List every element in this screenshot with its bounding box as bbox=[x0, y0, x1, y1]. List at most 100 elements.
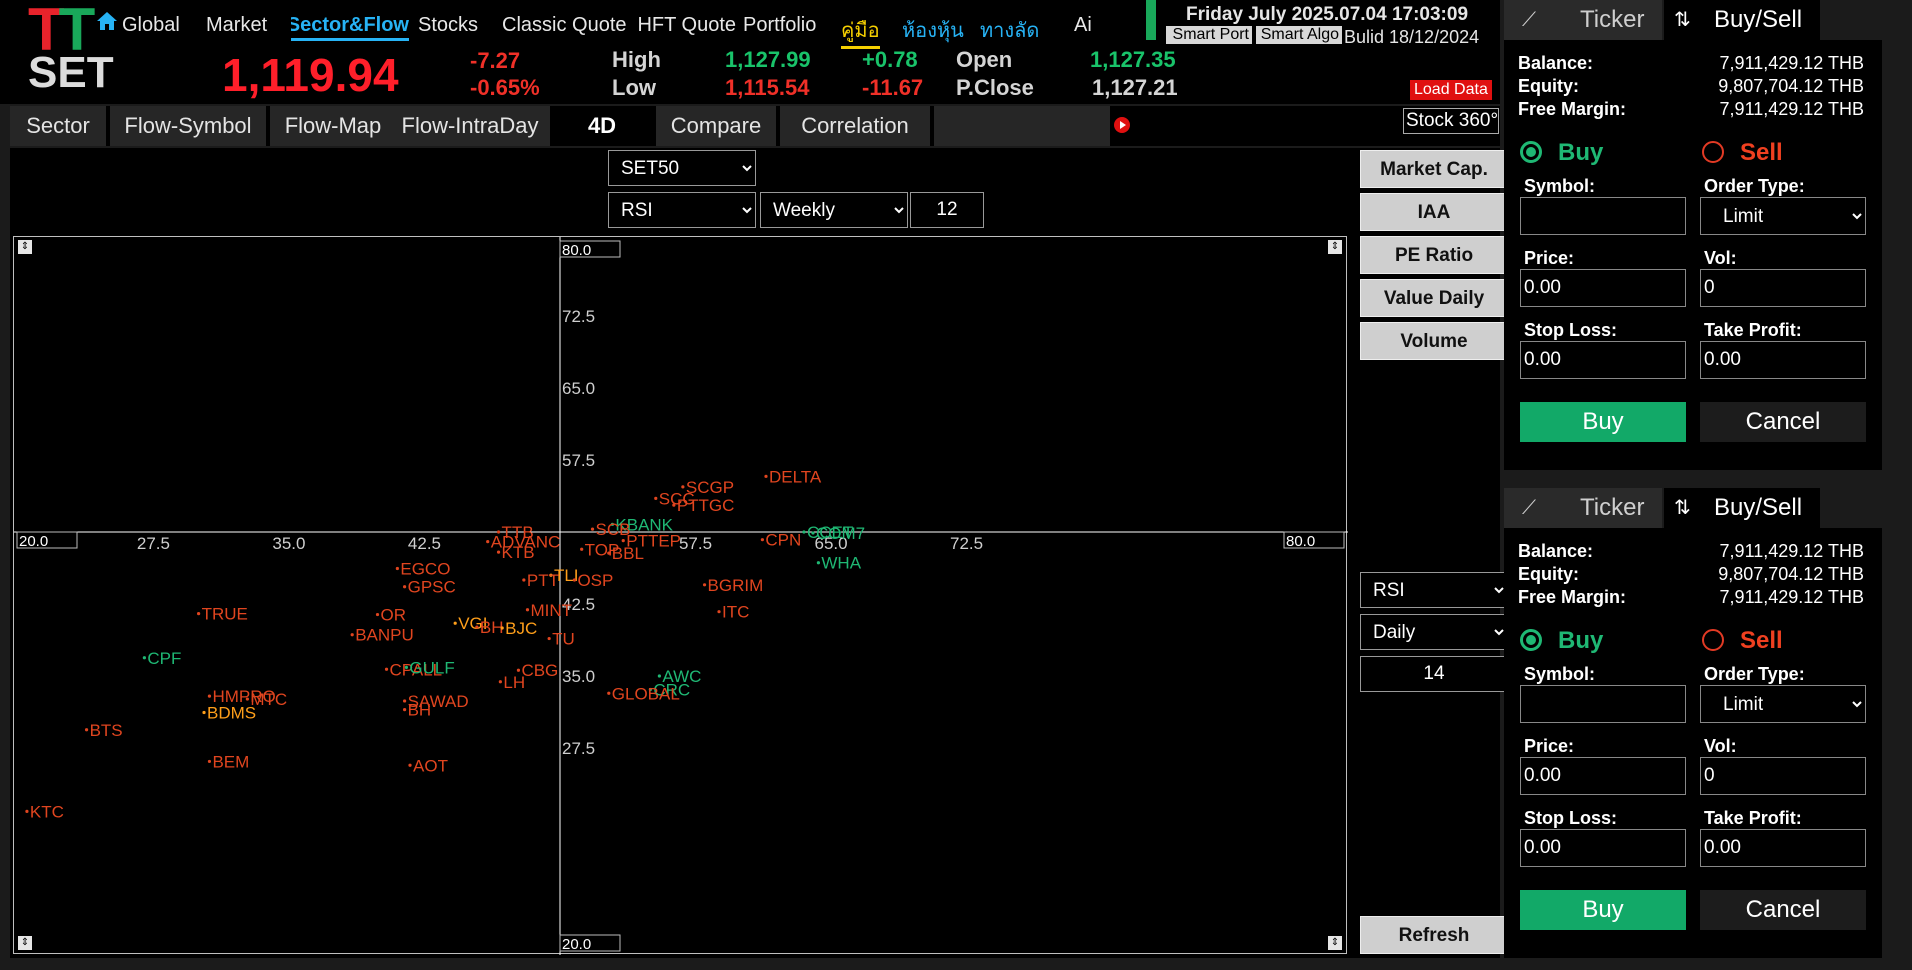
y-tick-label: 72.5 bbox=[562, 307, 595, 326]
scatter-point bbox=[207, 694, 212, 698]
price-input[interactable] bbox=[1520, 757, 1686, 795]
tab-flow-map[interactable]: Flow-Map bbox=[270, 106, 396, 146]
scatter-point bbox=[764, 474, 768, 478]
tab-flow-symbol[interactable]: Flow-Symbol bbox=[110, 106, 266, 146]
stock-360-button[interactable]: Stock 360° bbox=[1403, 108, 1499, 134]
price-input[interactable] bbox=[1520, 269, 1686, 307]
tab-ticker-label: Ticker bbox=[1580, 6, 1645, 33]
buy-radio[interactable] bbox=[1520, 629, 1542, 651]
chart-trend-icon: ⟋ bbox=[1522, 9, 1536, 31]
scatter-point bbox=[207, 759, 212, 764]
low-label: Low bbox=[612, 75, 656, 100]
sell-radio[interactable] bbox=[1702, 629, 1724, 651]
buy-radio-label[interactable]: Buy bbox=[1558, 139, 1603, 167]
point-label: AOT bbox=[413, 756, 448, 775]
smart-algo-button[interactable]: Smart Algo bbox=[1256, 26, 1342, 44]
stop-loss-input[interactable] bbox=[1520, 829, 1686, 867]
sell-radio[interactable] bbox=[1702, 141, 1724, 163]
stop-loss-label: Stop Loss: bbox=[1524, 320, 1617, 340]
tab-buy-sell[interactable]: ⇅ Buy/Sell bbox=[1664, 0, 1820, 40]
tab-sector[interactable]: Sector bbox=[10, 106, 106, 146]
y-period-input[interactable]: 14 bbox=[1360, 656, 1508, 692]
nav-stocks[interactable]: Stocks bbox=[418, 14, 478, 37]
x-tick-label: 35.0 bbox=[272, 534, 305, 553]
order-panel-1: ⟋ Ticker ⇅ Buy/Sell Balance: 7,911,429.1… bbox=[1504, 0, 1882, 470]
scatter-point bbox=[590, 527, 595, 531]
volume-button[interactable]: Volume bbox=[1360, 322, 1508, 360]
y-timeframe-select[interactable]: Daily bbox=[1360, 614, 1508, 650]
point-label: KTB bbox=[502, 543, 535, 562]
pe-ratio-button[interactable]: PE Ratio bbox=[1360, 236, 1508, 274]
point-label: DELTA bbox=[769, 467, 822, 486]
tab-ticker[interactable]: ⟋ Ticker bbox=[1504, 488, 1662, 528]
point-label: CPF bbox=[147, 649, 181, 668]
vol-input[interactable] bbox=[1700, 757, 1866, 795]
scatter-plot[interactable]: ⇕ ⇕ ⇕ ⇕ 20.0 80.0 80.0 20.0 27.5 35.0 42.5 57.5… bbox=[13, 236, 1348, 955]
market-name: SET bbox=[28, 48, 114, 97]
nav-sector-flow[interactable]: Sector&Flow bbox=[291, 14, 409, 41]
buy-button[interactable]: Buy bbox=[1520, 402, 1686, 442]
symbol-input[interactable] bbox=[1520, 685, 1686, 723]
symbol-input[interactable] bbox=[1520, 197, 1686, 235]
nav-global[interactable]: Global bbox=[122, 14, 180, 37]
order-panel-2: ⟋ Ticker ⇅ Buy/Sell Balance: 7,911,429.1… bbox=[1504, 488, 1882, 958]
take-profit-input[interactable] bbox=[1700, 341, 1866, 379]
youtube-icon[interactable] bbox=[1114, 117, 1130, 133]
tab-flow-intraday[interactable]: Flow-IntraDay bbox=[390, 106, 550, 146]
take-profit-input[interactable] bbox=[1700, 829, 1866, 867]
x-indicator-select[interactable]: RSI bbox=[608, 192, 756, 228]
buy-radio-label[interactable]: Buy bbox=[1558, 627, 1603, 655]
order-panel-tabs: ⟋ Ticker ⇅ Buy/Sell bbox=[1504, 488, 1882, 528]
x-timeframe-select[interactable]: Weekly bbox=[760, 192, 908, 228]
home-icon[interactable] bbox=[96, 10, 118, 32]
buy-button[interactable]: Buy bbox=[1520, 890, 1686, 930]
order-type-select[interactable]: Limit bbox=[1700, 685, 1866, 723]
point-label: ITC bbox=[722, 603, 749, 622]
tab-compare[interactable]: Compare bbox=[656, 106, 776, 146]
scatter-point bbox=[525, 608, 530, 612]
cancel-button[interactable]: Cancel bbox=[1700, 402, 1866, 442]
vol-input[interactable] bbox=[1700, 269, 1866, 307]
x-period-input[interactable]: 12 bbox=[910, 192, 984, 228]
market-cap-button[interactable]: Market Cap. bbox=[1360, 150, 1508, 188]
nav-market[interactable]: Market bbox=[206, 14, 267, 37]
nav-ai[interactable]: Ai bbox=[1074, 14, 1092, 37]
balance-value: 7,911,429.12 THB bbox=[1719, 541, 1864, 561]
iaa-button[interactable]: IAA bbox=[1360, 193, 1508, 231]
point-label: PTTGC bbox=[677, 496, 735, 515]
load-data-button[interactable]: Load Data bbox=[1410, 80, 1492, 100]
scatter-point bbox=[657, 674, 661, 678]
vol-label: Vol: bbox=[1704, 736, 1737, 756]
cancel-button[interactable]: Cancel bbox=[1700, 890, 1866, 930]
scatter-point bbox=[486, 540, 490, 544]
point-label: WHA bbox=[821, 554, 861, 573]
index-select[interactable]: SET50 bbox=[608, 150, 756, 186]
order-type-select[interactable]: Limit bbox=[1700, 197, 1866, 235]
point-label: KTC bbox=[30, 802, 64, 821]
open-value: 1,127.35 bbox=[1090, 47, 1176, 72]
chart-trend-icon: ⟋ bbox=[1522, 497, 1536, 519]
x-max-label: 80.0 bbox=[1286, 533, 1315, 550]
nav-shortcut[interactable]: ทางลัด bbox=[980, 14, 1039, 46]
y-indicator-select[interactable]: RSI bbox=[1360, 572, 1508, 608]
nav-hft-quote[interactable]: HFT Quote bbox=[634, 14, 736, 37]
nav-classic-quote[interactable]: Classic Quote bbox=[502, 14, 627, 37]
order-panel-tabs: ⟋ Ticker ⇅ Buy/Sell bbox=[1504, 0, 1882, 40]
smart-port-button[interactable]: Smart Port bbox=[1166, 26, 1252, 44]
tab-ticker[interactable]: ⟋ Ticker bbox=[1504, 0, 1662, 40]
buy-radio[interactable] bbox=[1520, 141, 1542, 163]
nav-manual[interactable]: คู่มือ bbox=[841, 14, 880, 49]
tab-4d[interactable]: 4D bbox=[552, 106, 652, 146]
sell-radio-label[interactable]: Sell bbox=[1740, 627, 1783, 655]
tab-correlation[interactable]: Correlation bbox=[780, 106, 930, 146]
value-daily-button[interactable]: Value Daily bbox=[1360, 279, 1508, 317]
index-change-pct: -0.65% bbox=[470, 75, 540, 100]
stop-loss-input[interactable] bbox=[1520, 341, 1686, 379]
pclose-label: P.Close bbox=[956, 75, 1034, 100]
sell-radio-label[interactable]: Sell bbox=[1740, 139, 1783, 167]
nav-portfolio[interactable]: Portfolio bbox=[743, 14, 816, 37]
tab-buy-sell[interactable]: ⇅ Buy/Sell bbox=[1664, 488, 1820, 528]
scatter-point bbox=[802, 530, 806, 534]
nav-stock-room[interactable]: ห้องหุ้น bbox=[902, 14, 964, 46]
refresh-button[interactable]: Refresh bbox=[1360, 916, 1508, 954]
